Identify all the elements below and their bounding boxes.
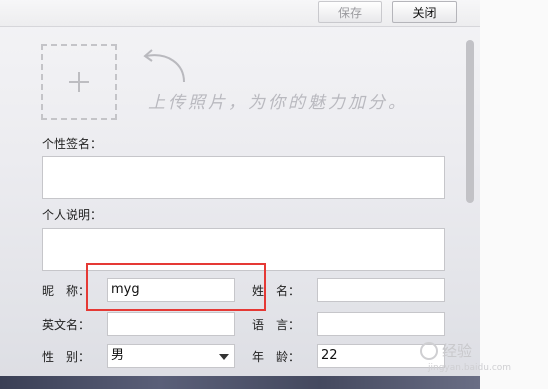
save-button[interactable]: 保存 (318, 1, 382, 23)
annotation-highlight-box (86, 263, 266, 311)
baidu-paw-icon (420, 341, 438, 360)
upload-photo-button[interactable] (41, 44, 117, 120)
signature-textarea[interactable] (42, 156, 445, 199)
gender-select[interactable]: 男 (107, 344, 235, 368)
english-name-label: 英文名： (42, 318, 91, 332)
language-label: 语 言： (252, 318, 301, 332)
watermark-text: 经验 (442, 342, 473, 360)
watermark-url: jingyan.baidu.com (428, 363, 512, 373)
dropdown-arrow-icon (219, 354, 229, 360)
watermark: 经验 (420, 340, 472, 361)
nickname-label: 昵 称： (42, 284, 91, 298)
description-label: 个人说明： (42, 208, 103, 222)
english-name-input[interactable] (107, 312, 235, 336)
upload-hint: 上传照片，为你的魅力加分。 (148, 93, 408, 113)
surname-input[interactable] (317, 278, 445, 302)
age-label: 年 龄： (252, 350, 301, 364)
toolbar: 保存 关闭 (0, 0, 480, 27)
close-button[interactable]: 关闭 (392, 1, 457, 23)
gender-label: 性 别： (42, 350, 91, 364)
scrollbar-thumb[interactable] (466, 40, 474, 203)
signature-label: 个性签名： (42, 137, 103, 151)
bottom-background-strip (0, 376, 480, 389)
curved-arrow-icon (143, 49, 185, 83)
profile-edit-panel: 保存 关闭 上传照片，为你的魅力加分。 个性签名： 个人说明： 昵 称： myg… (0, 0, 480, 389)
gender-value: 男 (111, 348, 125, 363)
language-input[interactable] (317, 312, 445, 336)
